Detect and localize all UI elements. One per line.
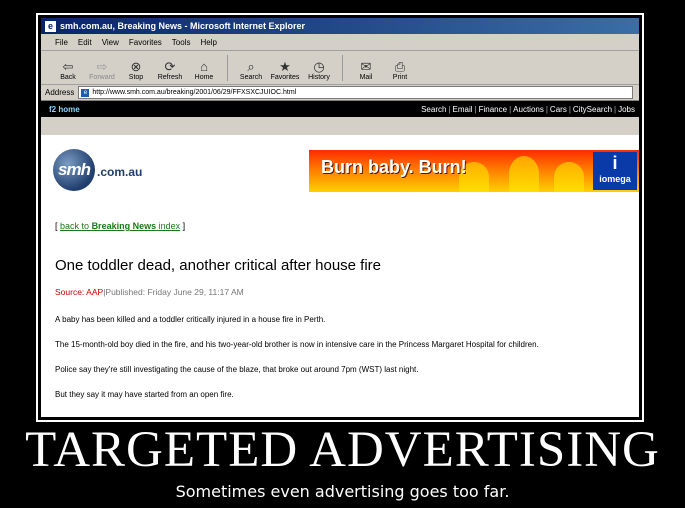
toolbar-separator (342, 55, 343, 81)
ie-icon: e (45, 20, 56, 32)
print-icon: ⎙ (394, 59, 406, 74)
article-source: Source: AAP (55, 287, 104, 297)
site-nav-links: Search | Email | Finance | Auctions | Cars | … (421, 105, 635, 114)
iomega-logo: i iomega (593, 152, 637, 190)
menu-tools[interactable]: Tools (172, 38, 191, 47)
flame-shape (554, 162, 584, 192)
mail-icon: ✉ (360, 59, 372, 74)
refresh-icon: ⟳ (164, 59, 176, 74)
banner-ad[interactable]: Burn baby. Burn! i iomega (309, 150, 639, 192)
menu-view[interactable]: View (102, 38, 119, 47)
favorites-icon: ★ (279, 59, 291, 74)
nav-separator: | (614, 104, 617, 114)
back-to-index-link[interactable]: back to Breaking News index (60, 221, 180, 231)
address-input[interactable]: e http://www.smh.com.au/breaking/2001/06… (78, 86, 633, 99)
nav-link-citysearch[interactable]: CitySearch (573, 105, 612, 114)
browser-window: e smh.com.au, Breaking News - Microsoft … (41, 18, 639, 417)
article-paragraph: A baby has been killed and a toddler cri… (55, 315, 326, 324)
web-page: smh .com.au Burn baby. Burn! i iomega [ … (41, 135, 639, 417)
search-icon: ⌕ (247, 59, 255, 74)
toolbar: ⇦ Back ⇨ Forward ⊗ Stop ⟳ Refresh ⌂ Home ⌕ Sea… (41, 51, 639, 85)
nav-link-search[interactable]: Search (421, 105, 446, 114)
menu-edit[interactable]: Edit (78, 38, 92, 47)
nav-separator: | (474, 104, 477, 114)
stop-icon: ⊗ (130, 59, 142, 74)
home-icon: ⌂ (200, 59, 208, 74)
window-title: smh.com.au, Breaking News - Microsoft In… (60, 21, 306, 31)
poster-subtitle: Sometimes even advertising goes too far. (175, 482, 510, 501)
article-byline: Source: AAP|Published: Friday June 29, 1… (55, 287, 244, 297)
back-to-index: [ back to Breaking News index ] (55, 221, 186, 231)
nav-link-jobs[interactable]: Jobs (618, 105, 635, 114)
menu-file[interactable]: File (55, 38, 68, 47)
forward-button[interactable]: ⇨ Forward (85, 59, 119, 84)
flame-shape (509, 156, 539, 192)
smh-logo[interactable]: smh (53, 149, 95, 191)
toolbar-separator (227, 55, 228, 81)
refresh-button[interactable]: ⟳ Refresh (153, 59, 187, 84)
article-headline: One toddler dead, another critical after… (55, 257, 382, 274)
nav-link-cars[interactable]: Cars (550, 105, 567, 114)
back-arrow-icon: ⇦ (62, 59, 74, 74)
forward-arrow-icon: ⇨ (96, 59, 108, 74)
history-icon: ◷ (313, 59, 325, 74)
article-published: |Published: Friday June 29, 11:17 AM (103, 287, 244, 297)
article-paragraph: Police say they're still investigating t… (55, 365, 419, 374)
print-button[interactable]: ⎙ Print (383, 59, 417, 84)
back-button[interactable]: ⇦ Back (51, 59, 85, 84)
address-url: http://www.smh.com.au/breaking/2001/06/2… (92, 89, 297, 96)
address-label: Address (45, 88, 75, 97)
home-button[interactable]: ⌂ Home (187, 59, 221, 84)
nav-separator: | (509, 104, 512, 114)
article-paragraph: The 15-month-old boy died in the fire, a… (55, 340, 539, 349)
f2-home-link[interactable]: f2 home (49, 105, 80, 114)
banner-text: Burn baby. Burn! (321, 157, 467, 177)
history-button[interactable]: ◷ History (302, 59, 336, 84)
search-button[interactable]: ⌕ Search (234, 59, 268, 84)
logo-domain: .com.au (97, 165, 143, 179)
address-bar: Address e http://www.smh.com.au/breaking… (41, 85, 639, 101)
poster-frame: e smh.com.au, Breaking News - Microsoft … (36, 13, 644, 422)
menu-favorites[interactable]: Favorites (129, 38, 162, 47)
stop-button[interactable]: ⊗ Stop (119, 59, 153, 84)
site-nav: f2 home Search | Email | Finance | Auctions… (41, 101, 639, 117)
nav-separator: | (545, 104, 548, 114)
favorites-button[interactable]: ★ Favorites (268, 59, 302, 84)
iomega-name: iomega (599, 174, 631, 184)
nav-link-email[interactable]: Email (453, 105, 473, 114)
menu-help[interactable]: Help (200, 38, 216, 47)
page-icon: e (81, 88, 90, 97)
iomega-mark: i (612, 153, 618, 173)
nav-separator: | (448, 104, 451, 114)
menu-bar: File Edit View Favorites Tools Help (41, 34, 639, 51)
poster-title: TARGETED ADVERTISING (25, 422, 660, 478)
nav-separator: | (568, 104, 571, 114)
title-bar: e smh.com.au, Breaking News - Microsoft … (41, 18, 639, 34)
nav-link-auctions[interactable]: Auctions (513, 105, 544, 114)
article-paragraph: But they say it may have started from an… (55, 390, 234, 399)
nav-link-finance[interactable]: Finance (479, 105, 507, 114)
mail-button[interactable]: ✉ Mail (349, 59, 383, 84)
